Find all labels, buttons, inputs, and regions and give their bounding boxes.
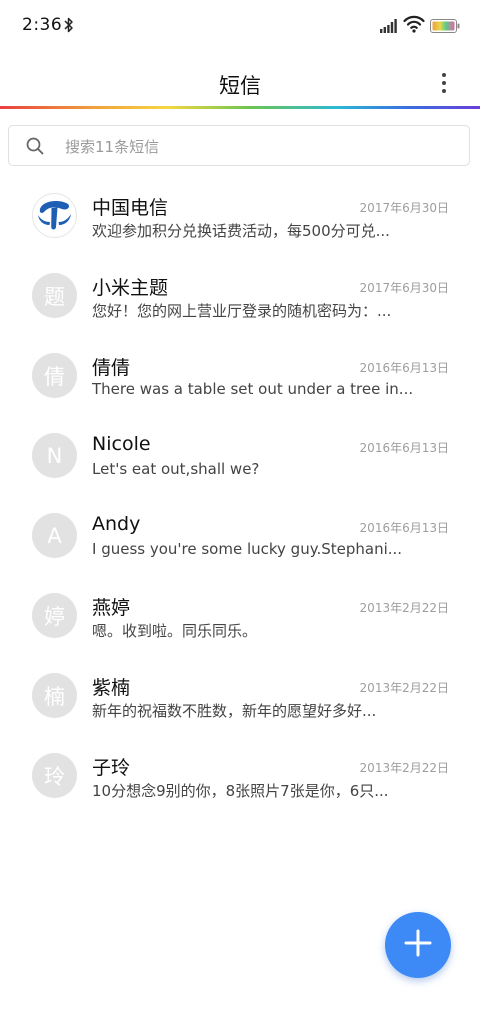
more-vertical-icon xyxy=(442,73,446,77)
message-item[interactable]: N Nicole 2016年6月13日 Let's eat out,shall … xyxy=(0,418,480,498)
more-vertical-icon-dot xyxy=(442,89,446,93)
status-bar: 2:36 xyxy=(0,0,480,52)
message-item[interactable]: 玲 子玲 2013年2月22日 10分想念9别的你，8张照片7张是你，6只... xyxy=(0,738,480,818)
title-bar: 短信 xyxy=(0,52,480,108)
message-date: 2017年6月30日 xyxy=(359,281,449,295)
message-sender: 紫楠 xyxy=(92,677,131,699)
message-item[interactable]: 倩 倩倩 2016年6月13日 There was a table set ou… xyxy=(0,338,480,418)
message-item[interactable]: 中国电信 2017年6月30日 欢迎参加积分兑换话费活动，每500分可兑... xyxy=(0,178,480,258)
message-sender: 倩倩 xyxy=(92,357,131,379)
message-preview: 嗯。收到啦。同乐同乐。 xyxy=(92,622,258,640)
more-vertical-icon-dot xyxy=(442,81,446,85)
message-preview: 新年的祝福数不胜数，新年的愿望好多好... xyxy=(92,702,377,720)
bluetooth-icon xyxy=(64,16,74,38)
avatar: 倩 xyxy=(32,353,77,398)
message-date: 2016年6月13日 xyxy=(359,441,449,455)
message-sender: Andy xyxy=(92,513,141,535)
search-icon xyxy=(26,137,44,159)
message-date: 2017年6月30日 xyxy=(359,201,449,215)
avatar: 婷 xyxy=(32,593,77,638)
battery-icon xyxy=(430,18,460,37)
message-preview: Let's eat out,shall we? xyxy=(92,460,260,478)
header-accent-bar xyxy=(0,106,480,109)
page-title: 短信 xyxy=(219,74,261,98)
message-preview: There was a table set out under a tree i… xyxy=(92,380,412,398)
avatar: A xyxy=(32,513,77,558)
message-date: 2016年6月13日 xyxy=(359,361,449,375)
status-time: 2:36 xyxy=(22,15,63,35)
message-sender: 小米主题 xyxy=(92,277,169,299)
signal-icon xyxy=(380,18,398,37)
message-date: 2013年2月22日 xyxy=(359,761,449,775)
message-date: 2013年2月22日 xyxy=(359,681,449,695)
message-preview: 10分想念9别的你，8张照片7张是你，6只... xyxy=(92,782,389,800)
message-preview: 欢迎参加积分兑换话费活动，每500分可兑... xyxy=(92,222,390,240)
message-sender: 燕婷 xyxy=(92,597,131,619)
more-options-button[interactable] xyxy=(432,66,456,100)
message-date: 2013年2月22日 xyxy=(359,601,449,615)
message-preview: 您好！您的网上营业厅登录的随机密码为：... xyxy=(92,302,392,320)
message-item[interactable]: 题 小米主题 2017年6月30日 您好！您的网上营业厅登录的随机密码为：... xyxy=(0,258,480,338)
wifi-icon xyxy=(403,15,425,37)
search-input[interactable] xyxy=(63,126,457,167)
avatar: 玲 xyxy=(32,753,77,798)
message-preview: I guess you're some lucky guy.Stephani..… xyxy=(92,540,403,558)
message-item[interactable]: 婷 燕婷 2013年2月22日 嗯。收到啦。同乐同乐。 xyxy=(0,578,480,658)
message-sender: Nicole xyxy=(92,433,151,455)
message-date: 2016年6月13日 xyxy=(359,521,449,535)
new-message-button[interactable] xyxy=(385,912,451,978)
message-item[interactable]: A Andy 2016年6月13日 I guess you're some lu… xyxy=(0,498,480,578)
search-box[interactable] xyxy=(8,125,470,167)
message-item[interactable]: 楠 紫楠 2013年2月22日 新年的祝福数不胜数，新年的愿望好多好... xyxy=(0,658,480,738)
message-sender: 子玲 xyxy=(92,757,131,779)
avatar: N xyxy=(32,433,77,478)
message-sender: 中国电信 xyxy=(92,197,169,219)
message-list: 中国电信 2017年6月30日 欢迎参加积分兑换话费活动，每500分可兑... … xyxy=(0,178,480,818)
avatar: 楠 xyxy=(32,673,77,718)
plus-icon xyxy=(404,929,432,961)
china-telecom-logo xyxy=(32,193,77,238)
avatar: 题 xyxy=(32,273,77,318)
